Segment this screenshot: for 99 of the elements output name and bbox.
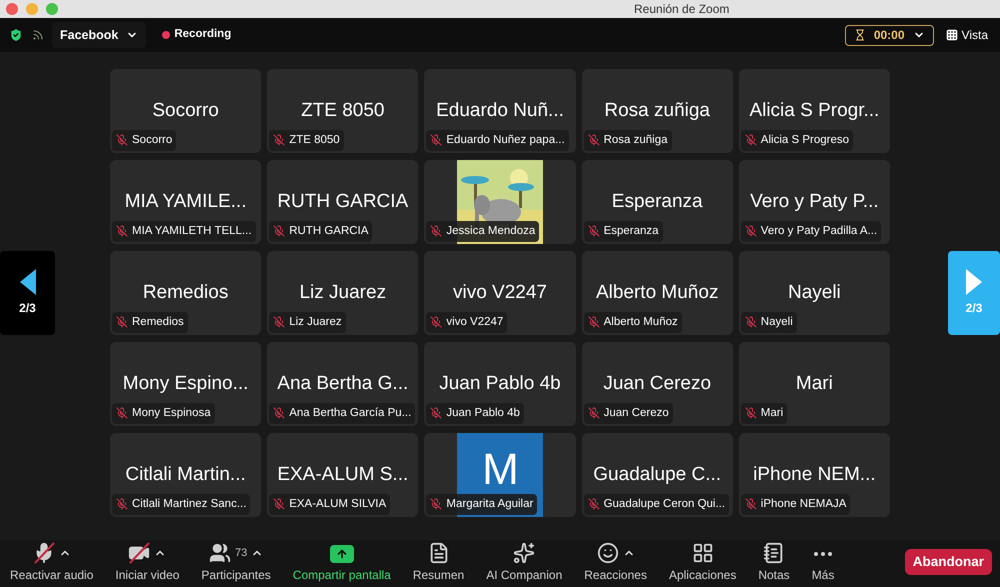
participant-name: Juan Cerezo bbox=[603, 372, 712, 396]
participant-label: Citlali Martinez Sanc... bbox=[132, 496, 246, 512]
participant-name: Mony Espino... bbox=[122, 372, 248, 396]
muted-mic-icon bbox=[744, 225, 757, 238]
participant-label: Esperanza bbox=[604, 224, 659, 239]
muted-mic-icon bbox=[116, 498, 128, 510]
window-title: Reunión de Zoom bbox=[634, 1, 730, 18]
muted-mic-icon bbox=[588, 316, 600, 328]
timer-button[interactable]: 00:00 bbox=[844, 24, 934, 46]
muted-mic-icon bbox=[273, 498, 286, 510]
muted-mic-icon bbox=[744, 316, 757, 328]
muted-mic-icon bbox=[116, 225, 128, 238]
participant-label: EXA-ALUM SILVIA bbox=[289, 496, 386, 512]
muted-mic-icon bbox=[744, 134, 757, 146]
muted-mic-icon bbox=[744, 407, 757, 420]
toolbar-button[interactable]: Aplicaciones bbox=[664, 544, 740, 584]
recording-label: Recording bbox=[174, 27, 232, 42]
participant-label: Jessica Mendoza bbox=[446, 224, 536, 239]
participant-label: Juan Cerezo bbox=[604, 406, 669, 421]
participant-label: Guadalupe Ceron Qui... bbox=[604, 496, 726, 512]
muted-mic-icon bbox=[273, 407, 286, 420]
participant-label: MIA YAMILETH TELL... bbox=[132, 224, 252, 239]
muted-mic-icon bbox=[588, 498, 600, 510]
participant-name: Eduardo Nuñ... bbox=[436, 98, 564, 123]
muted-mic-icon bbox=[588, 225, 600, 238]
participant-name: RUTH GARCIA bbox=[277, 190, 408, 214]
participant-label: Remedios bbox=[132, 314, 184, 330]
participant-name: EXA-ALUM S... bbox=[277, 462, 408, 487]
participant-label: Rosa zuñiga bbox=[604, 132, 668, 148]
participant-name: Remedios bbox=[142, 280, 228, 305]
participant-name: Nayeli bbox=[788, 280, 841, 305]
participant-label: Mari bbox=[760, 406, 784, 421]
toolbar-button[interactable]: AI Companion bbox=[482, 544, 566, 584]
participant-label: Mony Espinosa bbox=[132, 406, 211, 421]
participant-name: Vero y Paty P... bbox=[750, 190, 879, 214]
hourglass-icon bbox=[854, 29, 866, 41]
avatar-letter: M bbox=[482, 448, 519, 492]
participant-label: Liz Juarez bbox=[289, 314, 342, 330]
participant-name: Esperanza bbox=[612, 190, 703, 214]
left-triangle-icon bbox=[20, 269, 36, 295]
muted-mic-icon bbox=[116, 407, 128, 420]
toolbar-button[interactable]: Reacciones bbox=[580, 544, 651, 584]
leave-button[interactable]: Abandonar bbox=[904, 549, 992, 575]
participant-label: Juan Pablo 4b bbox=[446, 406, 520, 421]
participant-label: ZTE 8050 bbox=[289, 132, 340, 148]
participant-name: Liz Juarez bbox=[299, 280, 386, 305]
shield-icon[interactable] bbox=[8, 27, 24, 43]
participant-label: Ana Bertha García Pu... bbox=[289, 406, 412, 421]
participant-label: Eduardo Nuñez papa... bbox=[446, 132, 565, 148]
toolbar-button[interactable]: 73 Participantes bbox=[197, 544, 275, 584]
participant-label: iPhone NEMAJA bbox=[760, 496, 846, 512]
muted-mic-icon bbox=[273, 225, 286, 238]
toolbar-button[interactable]: Más bbox=[808, 544, 838, 584]
close-window-button[interactable] bbox=[6, 3, 18, 15]
participant-label: vivo V2247 bbox=[446, 314, 504, 330]
toolbar-button[interactable]: Compartir pantalla bbox=[288, 544, 395, 584]
grid-icon bbox=[946, 29, 958, 41]
muted-mic-icon bbox=[744, 498, 757, 510]
muted-mic-icon bbox=[430, 225, 442, 238]
muted-mic-icon bbox=[273, 134, 286, 146]
participant-name: MIA YAMILE... bbox=[124, 190, 246, 214]
participant-name: Alicia S Progr... bbox=[749, 98, 880, 123]
participant-name: Rosa zuñiga bbox=[604, 98, 710, 123]
participant-label: Alicia S Progreso bbox=[760, 132, 850, 148]
previous-page-button[interactable]: 2/3 bbox=[0, 251, 55, 335]
right-triangle-icon bbox=[966, 269, 982, 295]
muted-mic-icon bbox=[430, 316, 442, 328]
participant-label: Nayeli bbox=[760, 314, 793, 330]
participant-name: Alberto Muñoz bbox=[596, 280, 718, 305]
muted-mic-icon bbox=[430, 498, 442, 510]
participant-label: RUTH GARCIA bbox=[289, 224, 368, 239]
toolbar-button[interactable]: Resumen bbox=[408, 544, 468, 584]
participant-name: Ana Bertha G... bbox=[277, 372, 408, 396]
participant-name: vivo V2247 bbox=[452, 280, 547, 305]
muted-mic-icon bbox=[588, 134, 600, 146]
participant-name: ZTE 8050 bbox=[301, 98, 384, 123]
participant-name: Socorro bbox=[152, 98, 219, 123]
toolbar-button[interactable]: Reactivar audio bbox=[6, 544, 98, 584]
participant-name: Juan Pablo 4b bbox=[439, 372, 561, 396]
toolbar-button[interactable]: Iniciar video bbox=[111, 544, 184, 584]
participant-label: Alberto Muñoz bbox=[604, 314, 678, 330]
participant-name: Citlali Martin... bbox=[125, 462, 246, 487]
stream-dropdown[interactable]: Facebook bbox=[52, 22, 146, 48]
participant-label: Socorro bbox=[132, 132, 172, 148]
participant-name: Mari bbox=[796, 372, 833, 396]
signal-icon[interactable] bbox=[32, 29, 44, 41]
muted-mic-icon bbox=[116, 316, 128, 328]
participant-label: Vero y Paty Padilla A... bbox=[760, 224, 878, 239]
muted-mic-icon bbox=[430, 134, 442, 146]
muted-mic-icon bbox=[273, 316, 286, 328]
participant-count: 73 bbox=[234, 546, 248, 561]
muted-mic-icon bbox=[430, 407, 442, 420]
toolbar-button[interactable]: Notas bbox=[754, 544, 794, 584]
participant-label: Margarita Aguilar bbox=[446, 496, 534, 512]
muted-mic-icon bbox=[116, 134, 128, 146]
participant-name: iPhone NEM... bbox=[753, 462, 876, 487]
participant-name: Guadalupe C... bbox=[593, 462, 722, 487]
view-button[interactable]: Vista bbox=[942, 26, 992, 44]
muted-mic-icon bbox=[588, 407, 600, 420]
